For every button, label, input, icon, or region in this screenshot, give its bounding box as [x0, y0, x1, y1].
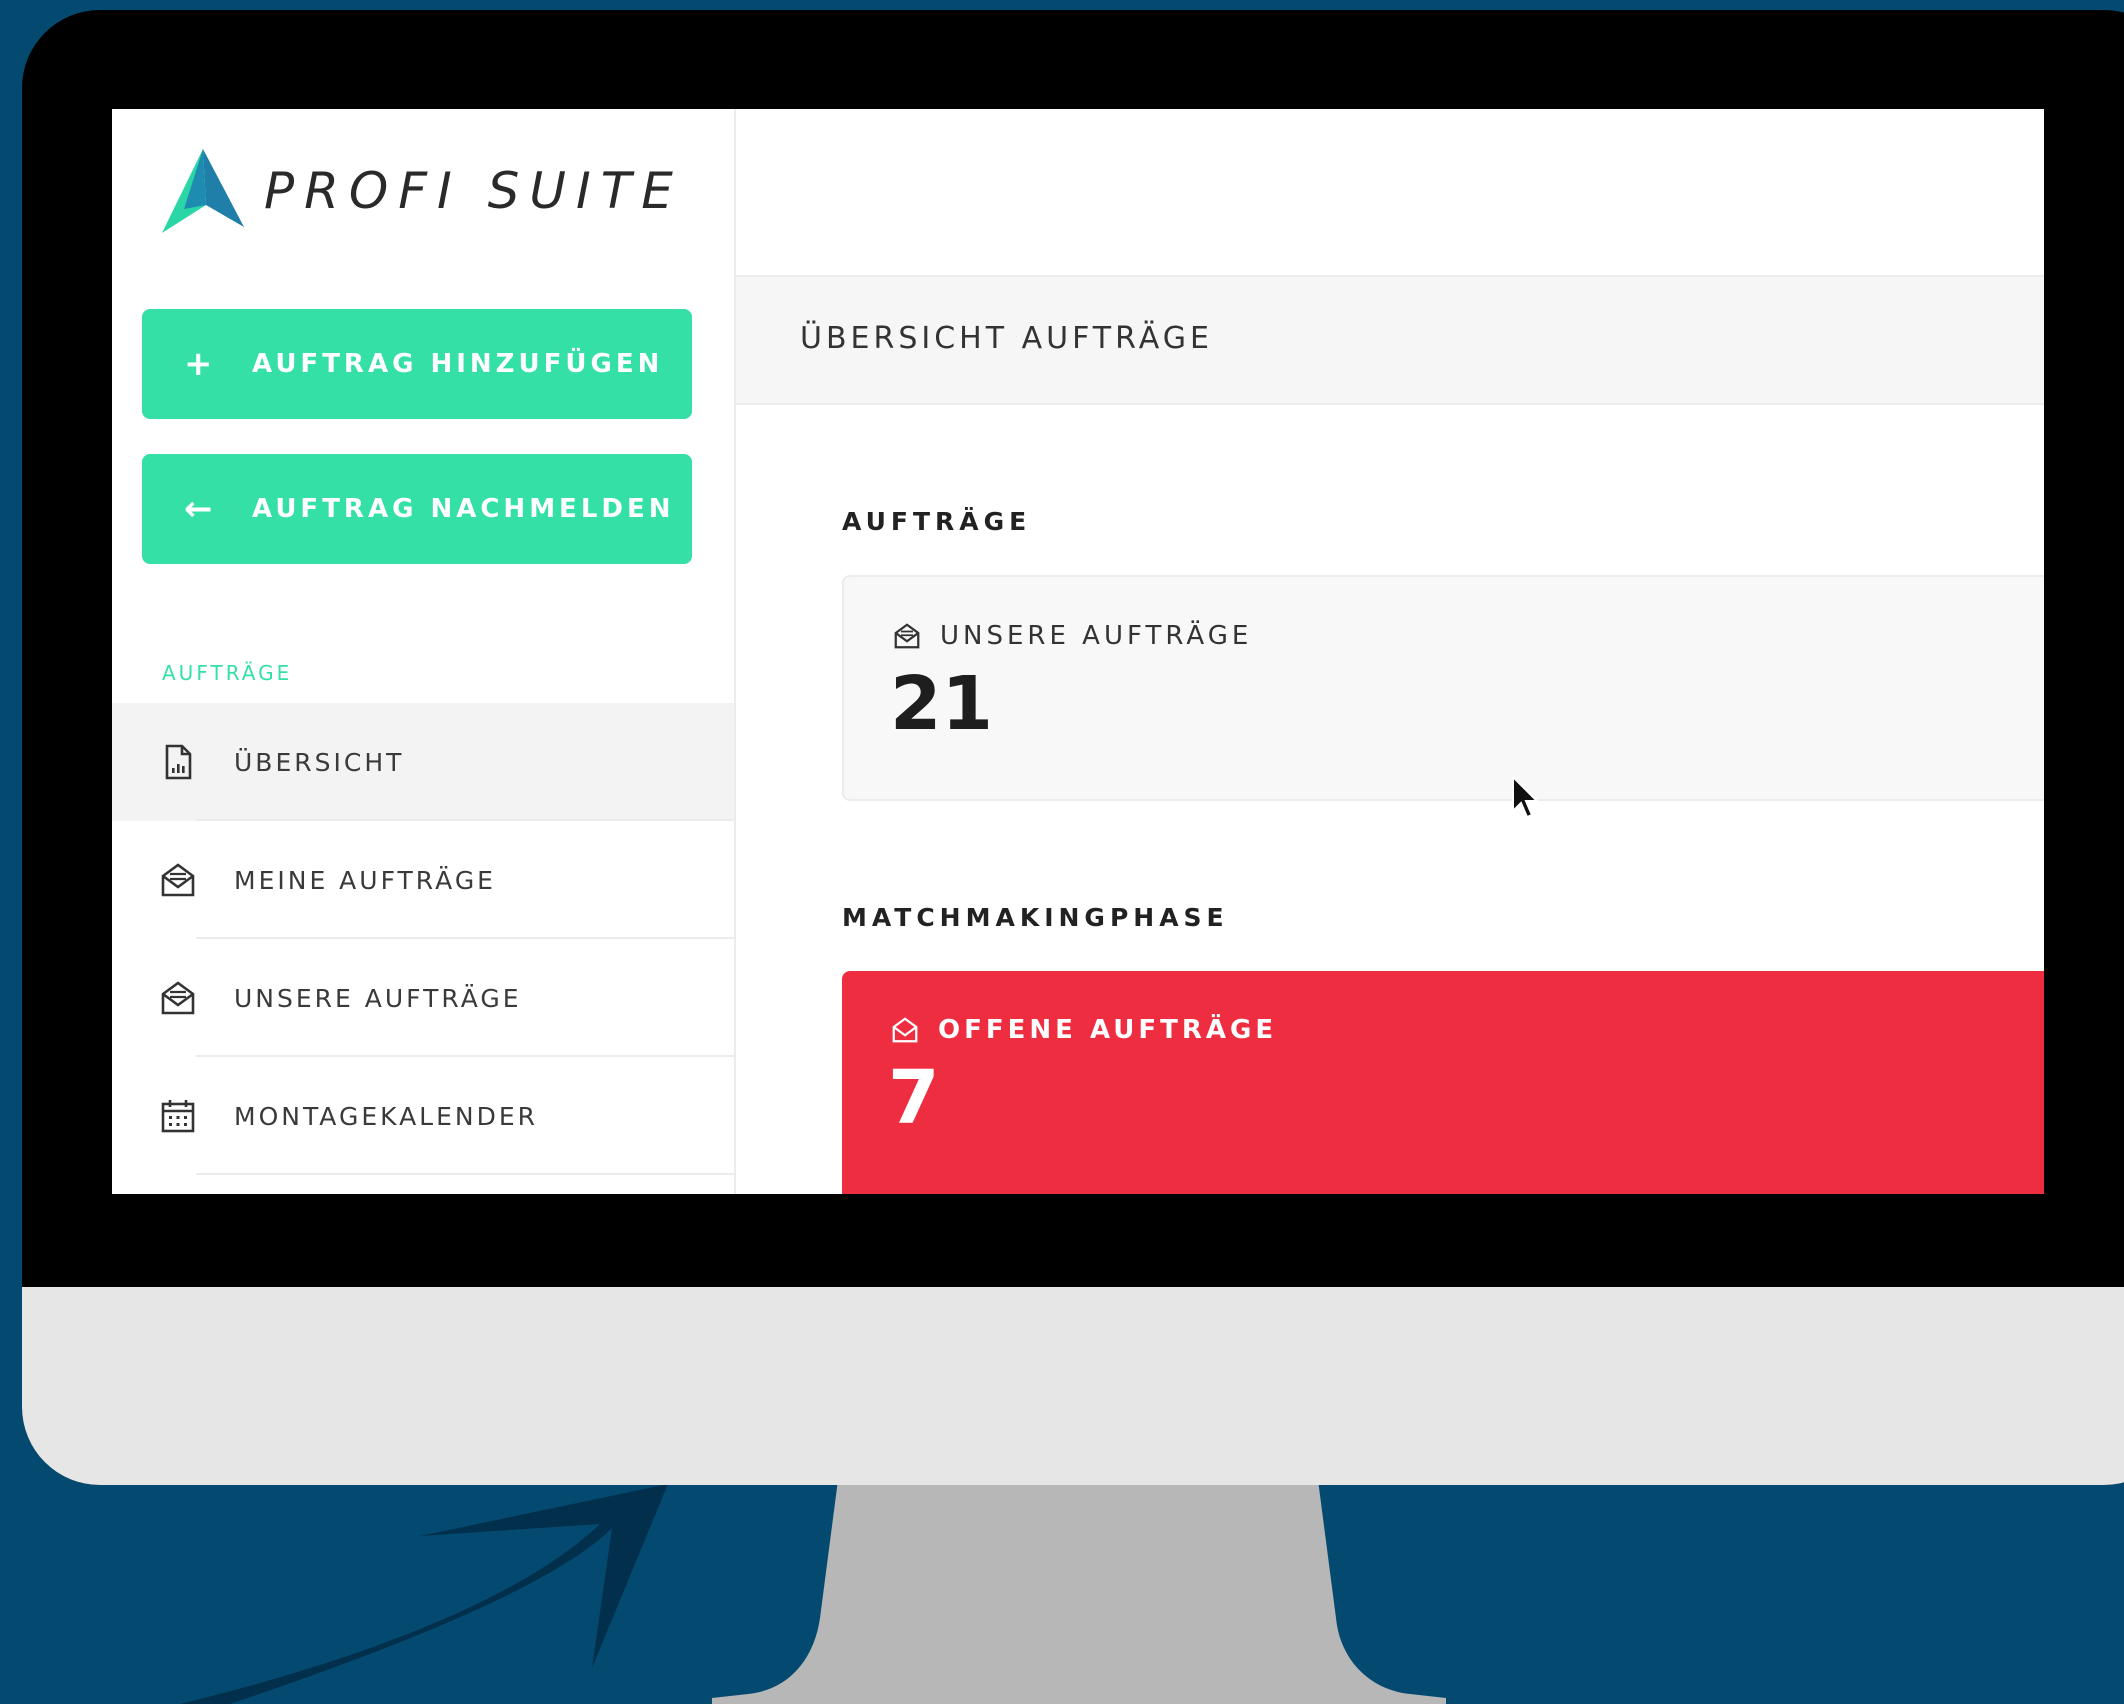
mouse-cursor-icon — [1512, 775, 1540, 819]
orders-heading: AUFTRÄGE — [842, 507, 1032, 536]
sidebar-item-assembly-calendar[interactable]: MONTAGEKALENDER — [112, 1057, 734, 1175]
our-orders-card[interactable]: UNSERE AUFTRÄGE 21 — [842, 575, 2044, 801]
top-bar — [736, 109, 2044, 275]
card-label: UNSERE AUFTRÄGE — [892, 621, 1252, 651]
plus-icon: + — [184, 344, 217, 384]
open-envelope-icon — [894, 623, 920, 649]
app-logo-text: PROFI SUITE — [264, 162, 683, 220]
our-orders-label: UNSERE AUFTRÄGE — [940, 621, 1253, 651]
report-document-icon — [165, 744, 192, 780]
monitor-chin — [22, 1287, 2124, 1485]
sidebar-item-overview[interactable]: ÜBERSICHT — [112, 703, 734, 821]
matchmaking-heading: MATCHMAKINGPHASE — [842, 903, 1229, 932]
app-logo[interactable]: PROFI SUITE — [162, 149, 683, 233]
sidebar: PROFI SUITE + AUFTRAG HINZUFÜGEN ← AUFTR… — [112, 109, 736, 1194]
open-orders-label: OFFENE AUFTRÄGE — [938, 1015, 1278, 1045]
sidebar-nav: ÜBERSICHT MEINE AUFTRÄGE UNSERE AUFTRÄGE… — [112, 703, 734, 1175]
add-order-label: AUFTRAG HINZUFÜGEN — [252, 349, 664, 379]
divider — [196, 1173, 734, 1175]
sidebar-item-our-orders[interactable]: UNSERE AUFTRÄGE — [112, 939, 734, 1057]
app-screen: PROFI SUITE + AUFTRAG HINZUFÜGEN ← AUFTR… — [112, 109, 2044, 1194]
arrow-left-icon: ← — [184, 489, 217, 529]
open-orders-card[interactable]: OFFENE AUFTRÄGE 7 — [842, 971, 2044, 1194]
sidebar-item-my-orders[interactable]: MEINE AUFTRÄGE — [112, 821, 734, 939]
sidebar-item-label: MEINE AUFTRÄGE — [234, 865, 496, 895]
sidebar-item-label: UNSERE AUFTRÄGE — [234, 983, 522, 1013]
sidebar-item-label: ÜBERSICHT — [234, 747, 405, 777]
breadcrumb: ÜBERSICHT AUFTRÄGE — [736, 275, 2044, 405]
main-content: ÜBERSICHT AUFTRÄGE AUFTRÄGE UNSERE AUFTR… — [736, 109, 2044, 1194]
sidebar-item-label: MONTAGEKALENDER — [234, 1101, 539, 1131]
open-orders-count: 7 — [888, 1055, 940, 1141]
card-label: OFFENE AUFTRÄGE — [890, 1015, 1277, 1045]
our-orders-count: 21 — [890, 661, 993, 747]
open-envelope-icon — [161, 863, 195, 897]
report-order-button[interactable]: ← AUFTRAG NACHMELDEN — [142, 454, 692, 564]
add-order-button[interactable]: + AUFTRAG HINZUFÜGEN — [142, 309, 692, 419]
open-envelope-icon — [892, 1017, 918, 1043]
open-envelope-icon — [161, 981, 195, 1015]
calendar-icon — [161, 1100, 195, 1133]
sidebar-section-label: AUFTRÄGE — [162, 661, 293, 685]
page-title: ÜBERSICHT AUFTRÄGE — [800, 321, 1213, 356]
mountain-logo-icon — [162, 149, 244, 233]
report-order-label: AUFTRAG NACHMELDEN — [252, 494, 675, 524]
